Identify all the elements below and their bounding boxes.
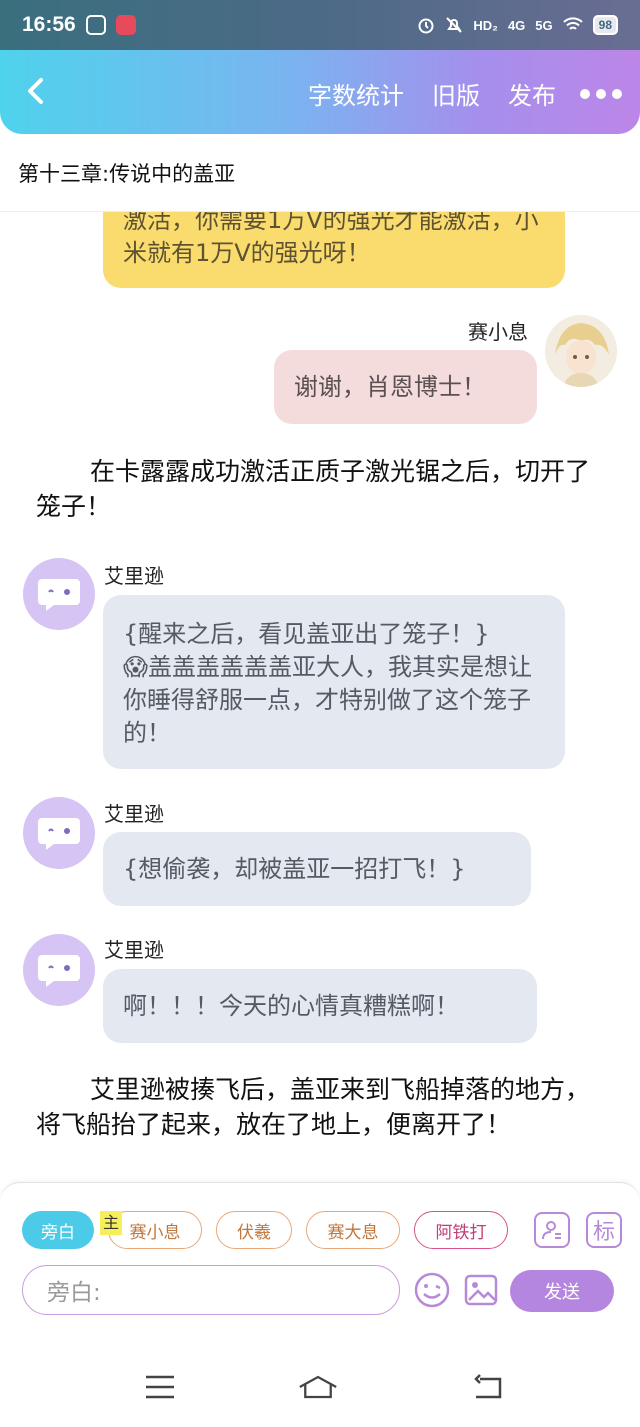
sender-name: 艾里逊 — [104, 938, 164, 962]
tag-button[interactable]: 标 — [586, 1212, 622, 1248]
status-time: 16:56 — [22, 13, 76, 36]
sender-name: 赛小息 — [468, 320, 528, 344]
back-nav-icon[interactable] — [468, 1372, 508, 1402]
chat-content[interactable]: 激活，你需要1万V的强光才能激活，小米就有1万V的强光呀！ 赛小息 谢谢，肖恩博… — [0, 212, 640, 1182]
bot-avatar[interactable] — [23, 558, 95, 630]
status-bar: 16:56 HD₂ 4G 5G 98 — [0, 0, 640, 50]
back-button[interactable] — [20, 76, 50, 106]
wifi-icon — [562, 17, 583, 33]
hd-indicator: HD₂ — [473, 17, 498, 33]
word-count-button[interactable]: 字数统计 — [308, 76, 404, 111]
app-bar: 字数统计 旧版 发布 — [0, 50, 640, 134]
home-icon[interactable] — [298, 1372, 338, 1402]
narration-text[interactable]: 艾里逊被揍飞后，盖亚来到飞船掉落的地方，将飞船抬了起来，放在了地上，便离开了！ — [36, 1072, 606, 1142]
role-chip[interactable]: 伏羲 — [216, 1211, 292, 1249]
role-chip[interactable]: 赛大息 — [306, 1211, 400, 1249]
publish-button[interactable]: 发布 — [508, 76, 556, 111]
bot-avatar[interactable] — [23, 934, 95, 1006]
main-role-tag: 主 — [100, 1211, 123, 1235]
mute-icon — [445, 16, 463, 34]
menu-icon[interactable] — [140, 1372, 180, 1402]
narration-text[interactable]: 在卡露露成功激活正质子激光锯之后，切开了笼子！ — [36, 454, 606, 524]
old-version-button[interactable]: 旧版 — [432, 76, 480, 111]
chapter-title[interactable]: 第十三章:传说中的盖亚 — [0, 134, 640, 212]
message-bubble-yellow[interactable]: 激活，你需要1万V的强光才能激活，小米就有1万V的强光呀！ — [103, 212, 565, 288]
chat-bot-icon — [38, 955, 80, 987]
user-avatar[interactable] — [545, 315, 617, 387]
app-notification-icon — [85, 15, 106, 35]
chat-bot-icon — [38, 579, 80, 611]
message-bubble-bot[interactable]: {想偷袭，却被盖亚一招打飞！} — [103, 832, 531, 906]
bot-avatar[interactable] — [23, 797, 95, 869]
role-chip[interactable]: 赛小息 — [108, 1211, 202, 1249]
message-bubble-bot[interactable]: 啊！！！今天的心情真糟糕啊！ — [103, 969, 537, 1043]
role-chip[interactable]: 阿铁打 — [414, 1211, 508, 1249]
5g-indicator: 5G — [535, 17, 553, 33]
app-notification-icon-red — [115, 15, 136, 35]
battery-icon: 98 — [592, 15, 618, 35]
message-input[interactable]: 旁白: — [22, 1265, 400, 1315]
send-button[interactable]: 发送 — [510, 1270, 614, 1312]
role-manage-icon[interactable] — [534, 1212, 570, 1248]
4g-indicator: 4G — [507, 17, 526, 33]
chat-bot-icon — [38, 818, 80, 850]
chevron-left-icon — [28, 78, 43, 104]
message-bubble-bot[interactable]: {醒来之后，看见盖亚出了笼子！} 😱盖盖盖盖盖盖亚大人，我其实是想让你睡得舒服一… — [103, 595, 565, 769]
sender-name: 艾里逊 — [104, 564, 164, 588]
alarm-icon — [417, 16, 435, 34]
sender-name: 艾里逊 — [104, 802, 164, 826]
emoji-icon[interactable] — [413, 1271, 451, 1309]
more-options-icon[interactable] — [580, 88, 622, 99]
message-bubble-user[interactable]: 谢谢，肖恩博士！ — [274, 350, 537, 424]
system-nav-bar — [0, 1322, 640, 1427]
input-panel: 旁白 赛小息 主 伏羲 赛大息 阿铁打 标 旁白: 发送 — [0, 1182, 640, 1322]
role-chip-narrator[interactable]: 旁白 — [22, 1211, 94, 1249]
image-icon[interactable] — [462, 1271, 500, 1309]
